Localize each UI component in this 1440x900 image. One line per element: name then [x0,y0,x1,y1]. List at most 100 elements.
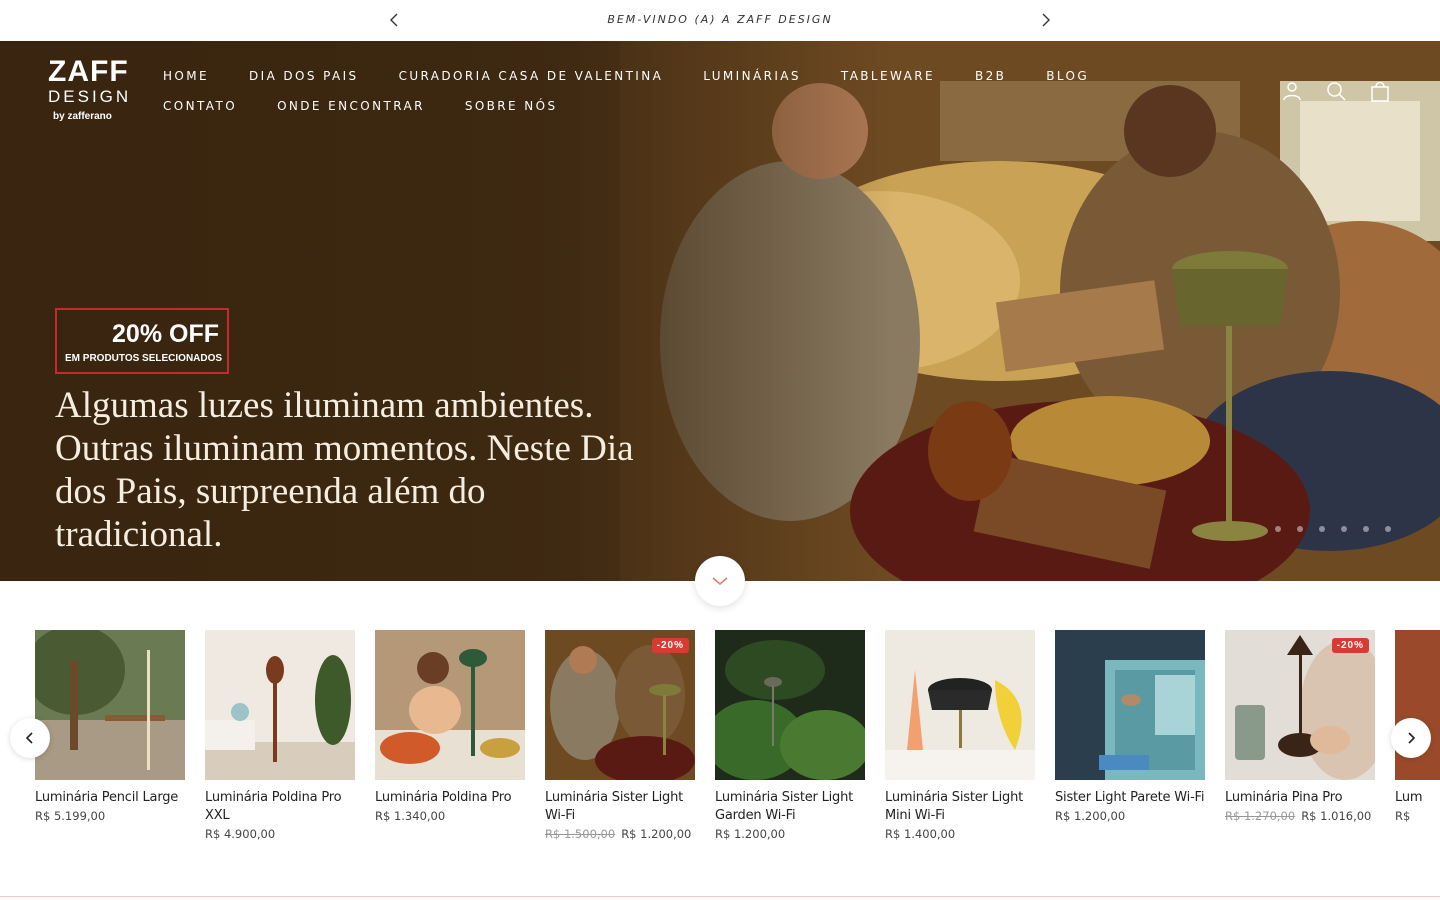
product-card[interactable]: Luminária Poldina Pro XXL R$ 4.900,00 [205,630,355,841]
product-image[interactable] [205,630,355,780]
product-card[interactable]: Luminária Sister Light Mini Wi-Fi R$ 1.4… [885,630,1035,841]
discount-badge: -20% [651,638,689,653]
product-price: R$ 1.200,00 [715,827,865,841]
product-photo [715,630,865,780]
product-image[interactable]: -20% [545,630,695,780]
product-old-price: R$ 1.270,00 [1225,809,1296,823]
product-name[interactable]: Luminária Pencil Large [35,789,185,807]
product-name[interactable]: Lum [1395,789,1440,807]
hero-dot[interactable] [1341,526,1347,532]
main-nav: HOME DIA DOS PAIS CURADORIA CASA DE VALE… [163,67,1173,115]
chevron-down-icon [712,577,728,585]
nav-sobre-nos[interactable]: SOBRE NÓS [465,97,558,115]
product-image[interactable] [715,630,865,780]
product-current-price: R$ 4.900,00 [205,827,276,841]
product-photo [1055,630,1205,780]
chevron-right-icon [1042,13,1050,27]
product-card[interactable]: Sister Light Parete Wi-Fi R$ 1.200,00 [1055,630,1205,823]
chevron-left-icon [26,732,33,744]
nav-home[interactable]: HOME [163,67,209,85]
product-name[interactable]: Luminária Poldina Pro [375,789,525,807]
product-card[interactable]: Luminária Pencil Large R$ 5.199,00 [35,630,185,823]
carousel-next-button[interactable] [1391,718,1431,758]
nav-curadoria[interactable]: CURADORIA CASA DE VALENTINA [399,67,664,85]
hero-pagination [1275,526,1391,532]
nav-contato[interactable]: CONTATO [163,97,237,115]
announcement-bar: BEM-VINDO (A) A ZAFF DESIGN [0,0,1440,41]
product-price: R$ 4.900,00 [205,827,355,841]
product-name[interactable]: Sister Light Parete Wi-Fi [1055,789,1205,807]
section-divider [0,896,1440,897]
hero-dot[interactable] [1275,526,1281,532]
account-button[interactable] [1280,79,1304,103]
product-card[interactable]: Luminária Poldina Pro R$ 1.340,00 [375,630,525,823]
product-price: R$ 5.199,00 [35,809,185,823]
product-photo [885,630,1035,780]
logo[interactable]: ZAFF DESIGN by zafferano [48,57,131,124]
product-card[interactable]: Luminária Sister Light Garden Wi-Fi R$ 1… [715,630,865,841]
product-price: R$ 1.340,00 [375,809,525,823]
account-icon [1283,82,1301,101]
hero-dot[interactable] [1363,526,1369,532]
product-photo [1395,630,1440,780]
nav-dia-dos-pais[interactable]: DIA DOS PAIS [249,67,359,85]
product-name[interactable]: Luminária Sister Light Garden Wi-Fi [715,789,865,825]
chevron-right-icon [1408,732,1415,744]
product-image[interactable] [375,630,525,780]
product-current-price: R$ 1.016,00 [1301,809,1372,823]
hero-banner[interactable]: ZAFF DESIGN by zafferano HOME DIA DOS PA… [0,41,1440,581]
hero-dot[interactable] [1297,526,1303,532]
hero-dot[interactable] [1385,526,1391,532]
product-image[interactable] [35,630,185,780]
nav-onde-encontrar[interactable]: ONDE ENCONTRAR [277,97,425,115]
hero-headline: Algumas luzes iluminam ambientes. Outras… [55,385,634,555]
product-current-price: R$ 5.199,00 [35,809,106,823]
product-price: R$ 1.200,00 [1055,809,1205,823]
product-carousel: Luminária Pencil Large R$ 5.199,00 Lumin… [0,630,1440,860]
product-card[interactable]: -20% Luminária Pina Pro R$ 1.270,00 R$ 1.… [1225,630,1375,823]
product-image[interactable]: -20% [1225,630,1375,780]
search-icon [1327,82,1346,101]
product-name[interactable]: Luminária Sister Light Mini Wi-Fi [885,789,1035,825]
announcement-next-button[interactable] [1034,8,1058,32]
product-price: R$ 1.270,00 R$ 1.016,00 [1225,809,1375,823]
product-current-price: R$ 1.340,00 [375,809,446,823]
scroll-down-button[interactable] [695,556,745,606]
product-image[interactable] [885,630,1035,780]
product-current-price: R$ 1.200,00 [1055,809,1126,823]
product-image[interactable] [1395,630,1440,780]
product-photo [35,630,185,780]
product-current-price: R$ [1395,809,1411,823]
promo-badge: 20% OFF EM PRODUTOS SELECIONADOS [55,308,229,374]
search-button[interactable] [1324,79,1348,103]
product-name[interactable]: Luminária Pina Pro [1225,789,1375,807]
cart-button[interactable] [1368,79,1392,103]
logo-byline: by zafferano [53,111,112,122]
discount-badge: -20% [1331,638,1369,653]
promo-badge-title: 20% OFF [112,320,219,348]
nav-blog[interactable]: BLOG [1046,67,1089,85]
cart-icon [1371,81,1389,102]
nav-tableware[interactable]: TABLEWARE [841,67,935,85]
product-current-price: R$ 1.400,00 [885,827,956,841]
product-old-price: R$ 1.500,00 [545,827,616,841]
product-name[interactable]: Luminária Sister Light Wi-Fi [545,789,695,825]
logo-wordmark: ZAFF [48,55,129,88]
hero-dot[interactable] [1319,526,1325,532]
product-card[interactable]: -20% Luminária Sister Light Wi-Fi R$ 1.5… [545,630,695,841]
product-current-price: R$ 1.200,00 [715,827,786,841]
product-photo [375,630,525,780]
product-price: R$ [1395,809,1440,823]
product-image[interactable] [1055,630,1205,780]
carousel-prev-button[interactable] [10,718,50,758]
header-icons [1280,79,1392,103]
product-price: R$ 1.400,00 [885,827,1035,841]
announcement-text: BEM-VINDO (A) A ZAFF DESIGN [607,13,833,26]
logo-subtitle: DESIGN [48,87,132,106]
product-current-price: R$ 1.200,00 [621,827,692,841]
product-photo [205,630,355,780]
nav-b2b[interactable]: B2B [975,67,1006,85]
nav-luminarias[interactable]: LUMINÁRIAS [703,67,801,85]
promo-badge-subtitle: EM PRODUTOS SELECIONADOS [65,353,223,364]
product-name[interactable]: Luminária Poldina Pro XXL [205,789,355,825]
